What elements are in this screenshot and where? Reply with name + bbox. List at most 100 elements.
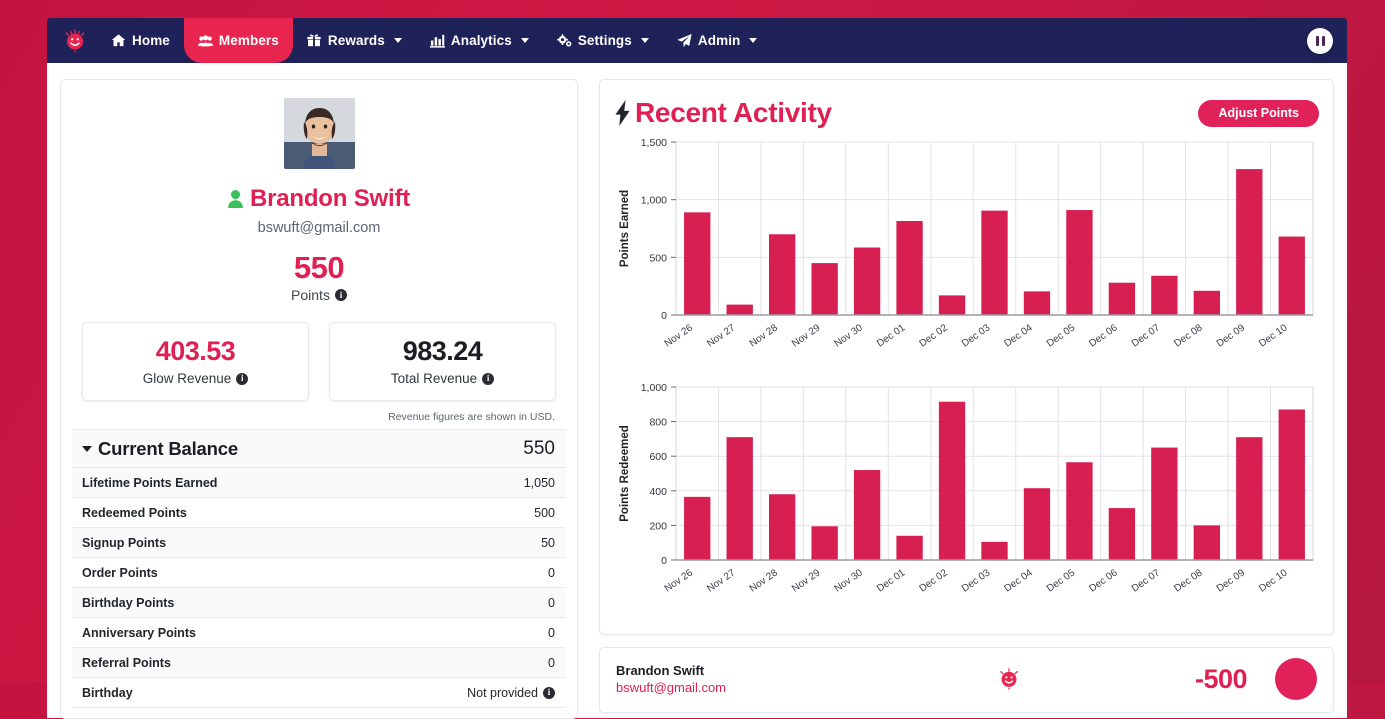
balance-row-label: Lifetime Points Earned bbox=[82, 475, 218, 490]
chevron-down-icon bbox=[520, 38, 529, 43]
balance-row-value: Not provided bbox=[467, 685, 538, 700]
info-icon[interactable]: i bbox=[334, 289, 347, 301]
balance-row-value: 0 bbox=[548, 595, 555, 610]
svg-text:Nov 30: Nov 30 bbox=[833, 322, 866, 349]
points-redeemed-chart[interactable]: 0 200 400 600 800 1,000 Points Redeemed Nov 26 N… bbox=[614, 377, 1319, 622]
recent-activity-card: Recent Activity Adjust Points 0 500 1,000 1… bbox=[599, 79, 1334, 635]
svg-text:Nov 29: Nov 29 bbox=[790, 567, 823, 594]
svg-text:0: 0 bbox=[661, 555, 667, 567]
balance-rows: Lifetime Points Earned 1,050 Redeemed Poin… bbox=[72, 468, 566, 708]
usd-note: Revenue figures are shown in USD. bbox=[388, 411, 555, 423]
glow-revenue-label-row: Glow Revenue i bbox=[89, 371, 302, 386]
svg-text:Dec 05: Dec 05 bbox=[1045, 322, 1078, 349]
activity-feed-row[interactable]: Brandon Swift bswuft@gmail.com -500 bbox=[616, 658, 1317, 700]
info-icon[interactable]: i bbox=[236, 372, 249, 385]
nav-item-admin-label: Admin bbox=[697, 33, 741, 48]
svg-text:Dec 08: Dec 08 bbox=[1172, 567, 1205, 594]
table-row: Anniversary Points 0 bbox=[72, 618, 566, 648]
svg-text:1,500: 1,500 bbox=[641, 137, 667, 149]
svg-text:Nov 30: Nov 30 bbox=[833, 567, 866, 594]
svg-text:Points Earned: Points Earned bbox=[619, 190, 631, 267]
activity-column: Recent Activity Adjust Points 0 500 1,000 1… bbox=[599, 79, 1334, 713]
svg-text:Dec 06: Dec 06 bbox=[1087, 322, 1120, 349]
glow-revenue-label: Glow Revenue bbox=[142, 371, 232, 386]
balance-row-value-cell: 0 bbox=[548, 566, 555, 580]
table-row: Redeemed Points 500 bbox=[72, 498, 566, 528]
balance-row-value-cell: 50 bbox=[541, 536, 555, 550]
member-name-row: Brandon Swift bbox=[72, 185, 566, 213]
members-icon bbox=[197, 33, 213, 48]
svg-text:Dec 01: Dec 01 bbox=[875, 322, 908, 349]
svg-text:Nov 27: Nov 27 bbox=[705, 567, 738, 594]
svg-text:Dec 01: Dec 01 bbox=[875, 567, 908, 594]
svg-text:Dec 09: Dec 09 bbox=[1215, 322, 1248, 349]
svg-text:Dec 05: Dec 05 bbox=[1045, 567, 1078, 594]
total-revenue-label-row: Total Revenue i bbox=[336, 371, 549, 386]
svg-text:Dec 02: Dec 02 bbox=[917, 567, 950, 594]
balance-row-label: Signup Points bbox=[82, 535, 167, 550]
pause-icon-bar-right bbox=[1321, 35, 1325, 46]
nav-item-home[interactable]: Home bbox=[97, 18, 184, 63]
current-balance-title: Current Balance bbox=[98, 437, 238, 459]
table-row: Lifetime Points Earned 1,050 bbox=[72, 468, 566, 498]
recent-activity-header: Recent Activity Adjust Points bbox=[614, 94, 1319, 132]
avatar bbox=[283, 98, 355, 169]
info-icon[interactable]: i bbox=[482, 372, 495, 385]
brand-logo-link[interactable] bbox=[53, 18, 97, 63]
feed-member-name: Brandon Swift bbox=[616, 663, 705, 678]
svg-text:Nov 29: Nov 29 bbox=[790, 322, 823, 349]
nav-item-analytics[interactable]: Analytics bbox=[416, 18, 543, 63]
info-icon[interactable]: i bbox=[543, 686, 555, 699]
current-balance-value: 550 bbox=[523, 437, 555, 459]
table-row: Signup Points 50 bbox=[72, 528, 566, 558]
svg-text:Dec 10: Dec 10 bbox=[1257, 322, 1290, 349]
balance-row-value-cell: Not provided i bbox=[467, 686, 555, 700]
chevron-down-icon bbox=[640, 38, 649, 43]
balance-row-label: Anniversary Points bbox=[82, 625, 196, 640]
member-name: Brandon Swift bbox=[249, 185, 411, 212]
nav-item-settings[interactable]: Settings bbox=[543, 18, 663, 63]
svg-text:Dec 04: Dec 04 bbox=[1002, 322, 1035, 349]
navbar-items: Home Members Rewards Analytics Settings … bbox=[97, 18, 771, 63]
total-revenue-label: Total Revenue bbox=[390, 371, 478, 386]
balance-row-value-cell: 500 bbox=[534, 506, 555, 520]
adjust-points-button[interactable]: Adjust Points bbox=[1198, 99, 1319, 127]
balance-row-value-cell: 0 bbox=[548, 626, 555, 640]
current-balance-table: Current Balance 550 Lifetime Points Earn… bbox=[72, 429, 566, 708]
svg-text:Nov 28: Nov 28 bbox=[748, 322, 781, 349]
nav-item-rewards[interactable]: Rewards bbox=[293, 18, 416, 63]
table-row: Birthday Not provided i bbox=[72, 678, 566, 708]
svg-text:Dec 04: Dec 04 bbox=[1002, 567, 1035, 594]
feed-source-logo bbox=[996, 666, 1022, 692]
feed-member-email[interactable]: bswuft@gmail.com bbox=[616, 680, 876, 695]
nav-item-analytics-label: Analytics bbox=[450, 33, 512, 48]
svg-text:Points Redeemed: Points Redeemed bbox=[619, 425, 631, 522]
points-earned-chart-svg: 0 500 1,000 1,500 Points Earned Nov 26 Nov 27 N… bbox=[619, 137, 1314, 350]
nav-item-admin[interactable]: Admin bbox=[663, 18, 772, 63]
glow-balloon-logo-icon bbox=[1000, 668, 1018, 690]
table-row: Referral Points 0 bbox=[72, 648, 566, 678]
member-points-label-row: Points i bbox=[72, 287, 566, 303]
nav-item-members[interactable]: Members bbox=[183, 18, 293, 63]
glow-revenue-value: 403.53 bbox=[155, 336, 236, 366]
balance-row-value: 500 bbox=[534, 505, 555, 520]
glow-balloon-logo-icon bbox=[65, 28, 85, 52]
svg-text:Dec 09: Dec 09 bbox=[1215, 567, 1248, 594]
revenue-cards: 403.53 Glow Revenue i 983.24 Total Reven… bbox=[72, 322, 566, 401]
pause-button[interactable] bbox=[1307, 27, 1333, 54]
points-redeemed-chart-svg: 0 200 400 600 800 1,000 Points Redeemed Nov 26 N… bbox=[619, 382, 1314, 595]
main-navbar: Home Members Rewards Analytics Settings … bbox=[47, 18, 1347, 63]
svg-text:200: 200 bbox=[649, 520, 667, 532]
chevron-down-icon bbox=[749, 38, 758, 43]
balance-row-value-cell: 0 bbox=[548, 656, 555, 670]
balance-row-value: 0 bbox=[548, 565, 555, 580]
activity-feed-card: Brandon Swift bswuft@gmail.com -500 bbox=[599, 647, 1334, 713]
points-earned-chart[interactable]: 0 500 1,000 1,500 Points Earned Nov 26 Nov 27 N… bbox=[614, 132, 1319, 377]
bar-chart-icon bbox=[429, 33, 445, 48]
svg-text:Dec 10: Dec 10 bbox=[1257, 567, 1290, 594]
person-icon bbox=[228, 190, 243, 208]
svg-text:600: 600 bbox=[649, 451, 667, 463]
current-balance-header[interactable]: Current Balance 550 bbox=[72, 430, 566, 468]
total-revenue-value: 983.24 bbox=[402, 336, 483, 366]
balance-row-value-cell: 1,050 bbox=[524, 476, 555, 490]
